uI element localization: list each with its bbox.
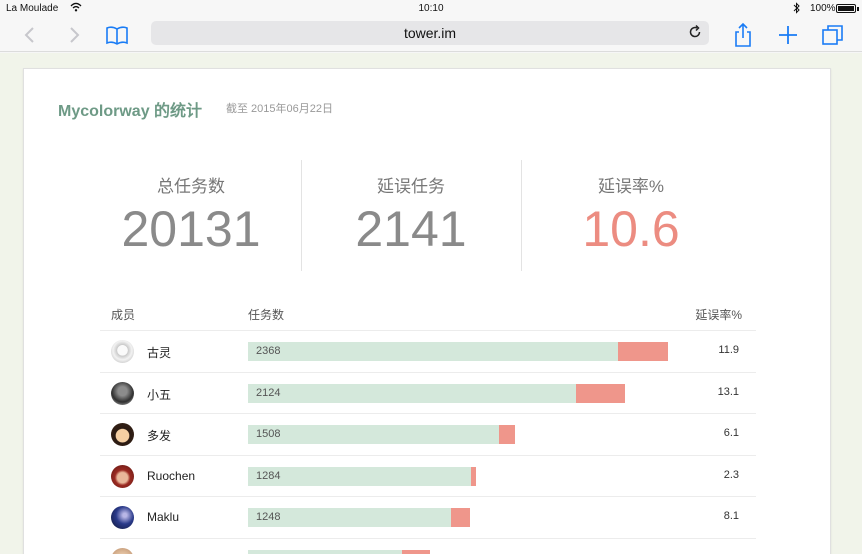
- member-name: 小五: [147, 387, 172, 402]
- delay-bar: [576, 383, 625, 403]
- delay-bar: [618, 342, 668, 361]
- summary-stats: 总任务数 20131 延误任务 2141 延误率% 10.6: [81, 160, 741, 271]
- stat-label: 延误率%: [597, 177, 665, 196]
- avatar: [111, 423, 134, 446]
- col-tasks: 任务数: [248, 308, 285, 322]
- avatar: [111, 381, 134, 405]
- bluetooth-icon: [793, 2, 801, 17]
- member-table: 成员 任务数 延误率% 古灵 2368 11.9 小五 2124 13.1 多发…: [100, 297, 756, 554]
- battery-nub: [857, 7, 859, 11]
- stat-label: 总任务数: [157, 177, 225, 196]
- delay-bar: [471, 466, 476, 486]
- clock: 10:10: [418, 3, 444, 14]
- ontime-bar: [248, 342, 618, 361]
- member-name: 多发: [147, 429, 172, 443]
- task-count: 2124: [256, 386, 281, 399]
- share-icon[interactable]: [729, 21, 757, 49]
- report-date: 截至 2015年06月22日: [226, 103, 333, 115]
- col-member: 成员: [111, 308, 136, 322]
- table-row[interactable]: 多发 1508 6.1: [100, 414, 756, 456]
- member-name: Ruochen: [147, 468, 196, 483]
- stat-delay-rate: 延误率% 10.6: [521, 160, 741, 271]
- delay-rate: 13.1: [717, 385, 739, 398]
- delay-rate: 8.1: [723, 510, 739, 522]
- avatar: [111, 506, 134, 529]
- stat-delayed-tasks: 延误任务 2141: [301, 160, 521, 271]
- task-count: 1284: [256, 469, 281, 482]
- stats-card: Mycolorway 的统计 截至 2015年06月22日 总任务数 20131…: [23, 68, 831, 554]
- report-title: Mycolorway 的统计: [58, 103, 203, 120]
- table-row[interactable]: 古灵 2368 11.9: [100, 331, 756, 373]
- stat-value: 10.6: [582, 201, 680, 257]
- delay-rate: 2.3: [723, 468, 739, 481]
- stat-value: 20131: [121, 201, 261, 257]
- browser-toolbar: tower.im: [0, 18, 862, 52]
- table-row[interactable]: 小五 2124 13.1: [100, 373, 756, 414]
- delay-rate: 11.9: [718, 344, 739, 356]
- delay-rate: 6.1: [723, 427, 739, 439]
- battery-percentage: 100%: [810, 3, 836, 14]
- member-name: 古灵: [147, 346, 172, 360]
- stat-label: 延误任务: [377, 177, 445, 196]
- ontime-bar: [248, 383, 576, 403]
- status-bar: La Moulade 10:10 100%: [0, 0, 862, 18]
- tabs-icon[interactable]: [819, 21, 847, 49]
- table-header: 成员 任务数 延误率%: [100, 297, 756, 331]
- forward-icon[interactable]: [60, 21, 88, 49]
- delay-bar: [451, 508, 470, 527]
- task-count: 1508: [256, 428, 281, 440]
- ontime-bar: [248, 466, 471, 486]
- battery-icon: [836, 4, 856, 13]
- ontime-bar: [248, 425, 499, 444]
- stat-value: 2141: [355, 201, 467, 257]
- task-count: 1248: [256, 511, 281, 523]
- avatar: [111, 547, 134, 554]
- delay-bar: [499, 425, 515, 444]
- stat-total-tasks: 总任务数 20131: [81, 160, 301, 271]
- back-icon[interactable]: [16, 21, 44, 49]
- address-bar[interactable]: tower.im: [151, 21, 709, 45]
- task-count: 2368: [256, 345, 281, 357]
- table-row[interactable]: [100, 539, 756, 554]
- member-name: Maklu: [147, 510, 180, 524]
- avatar: [111, 464, 134, 488]
- reload-icon[interactable]: [687, 24, 703, 45]
- table-row[interactable]: Ruochen 1284 2.3: [100, 456, 756, 497]
- web-page: Mycolorway 的统计 截至 2015年06月22日 总任务数 20131…: [0, 53, 862, 554]
- url-text: tower.im: [403, 25, 457, 41]
- ontime-bar: [248, 549, 402, 554]
- col-rate: 延误率%: [695, 308, 742, 322]
- new-tab-icon[interactable]: [774, 21, 802, 49]
- delay-bar: [402, 549, 430, 554]
- table-row[interactable]: Maklu 1248 8.1: [100, 497, 756, 539]
- avatar: [111, 340, 134, 363]
- bookmarks-icon[interactable]: [103, 21, 131, 49]
